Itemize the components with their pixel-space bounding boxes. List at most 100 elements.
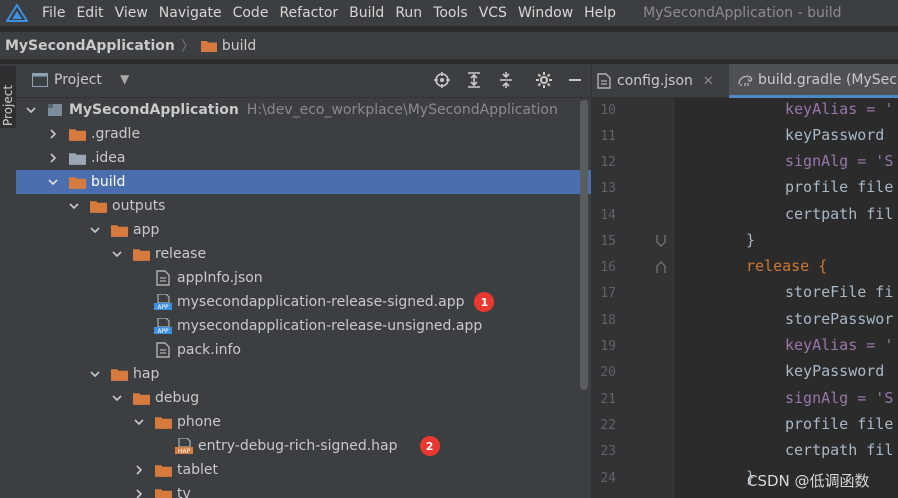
tab-config-json[interactable]: config.json ✕ (596, 64, 714, 98)
menu-tools[interactable]: Tools (433, 5, 468, 21)
code-line[interactable]: keyAlias = ' (785, 336, 893, 354)
tree-item-label: mysecondapplication-release-signed.app (177, 294, 465, 310)
tree-item-hap[interactable]: hap (16, 362, 591, 386)
tree-item-tv[interactable]: tv (16, 482, 591, 498)
code-line[interactable]: } (746, 231, 755, 249)
chevron-right-icon[interactable] (46, 151, 60, 165)
tree-item-release[interactable]: release (16, 242, 591, 266)
menu-refactor[interactable]: Refactor (279, 5, 338, 21)
chevron-down-icon[interactable] (67, 199, 81, 213)
chevron-right-icon[interactable] (132, 463, 146, 477)
chevron-down-icon[interactable] (88, 223, 102, 237)
tree-item-idea[interactable]: .idea (16, 146, 591, 170)
tree-item-unsigned-app[interactable]: APP mysecondapplication-release-unsigned… (16, 314, 591, 338)
tree-item-label: phone (177, 414, 221, 430)
app-file-icon: APP (154, 318, 172, 334)
minimize-icon[interactable] (566, 71, 584, 89)
tree-item-tablet[interactable]: tablet (16, 458, 591, 482)
tree-item-app[interactable]: app (16, 218, 591, 242)
folder-icon (68, 174, 86, 190)
fold-end-icon[interactable] (656, 234, 666, 248)
breadcrumb-folder[interactable]: build (222, 38, 256, 54)
code-line[interactable]: release { (746, 257, 827, 275)
menu-vcs[interactable]: VCS (479, 5, 507, 21)
code-line[interactable]: profile file (785, 178, 893, 196)
line-number: 16 (600, 260, 616, 275)
code-line[interactable]: keyPassword (785, 362, 884, 380)
line-number: 23 (600, 444, 616, 459)
tree-root-label: MySecondApplication (69, 102, 239, 118)
chevron-right-icon[interactable] (132, 487, 146, 498)
tab-build-gradle[interactable]: build.gradle (MySec (729, 64, 898, 98)
menu-navigate[interactable]: Navigate (159, 5, 222, 21)
code-line[interactable]: storeFile fi (785, 283, 893, 301)
menu-run[interactable]: Run (395, 5, 422, 21)
tree-item-outputs[interactable]: outputs (16, 194, 591, 218)
tree-item-packinfo[interactable]: pack.info (16, 338, 591, 362)
view-dropdown-icon[interactable]: ▼ (120, 72, 129, 86)
breadcrumb-project[interactable]: MySecondApplication (5, 38, 175, 54)
editor-tabs: config.json ✕ build.gradle (MySec (592, 64, 898, 98)
tree-item-appinfo[interactable]: appInfo.json (16, 266, 591, 290)
tree-item-build[interactable]: build (16, 170, 591, 194)
line-number: 18 (600, 313, 616, 328)
editor-gutter: 10 11 12 13 14 15 16 17 18 19 20 21 22 2… (592, 98, 674, 498)
menu-window[interactable]: Window (518, 5, 573, 21)
tree-item-signed-app[interactable]: APP mysecondapplication-release-signed.a… (16, 290, 591, 314)
folder-icon (110, 366, 128, 382)
code-line[interactable]: profile file (785, 415, 893, 433)
chevron-down-icon[interactable] (110, 247, 124, 261)
chevron-down-icon[interactable] (88, 367, 102, 381)
code-line[interactable]: certpath fil (785, 205, 893, 223)
tree-item-gradle[interactable]: .gradle (16, 122, 591, 146)
code-line[interactable]: storePasswor (785, 310, 893, 328)
chevron-down-icon[interactable] (110, 391, 124, 405)
folder-icon (132, 246, 150, 262)
line-number: 12 (600, 155, 616, 170)
line-number: 21 (600, 392, 616, 407)
tree-item-label: release (155, 246, 207, 262)
menu-build[interactable]: Build (349, 5, 384, 21)
json-file-icon (154, 270, 172, 286)
project-tool-tab[interactable]: Project (0, 66, 16, 128)
menu-code[interactable]: Code (233, 5, 269, 21)
tree-item-label: build (91, 174, 126, 190)
project-view-icon (32, 73, 48, 87)
code-line[interactable]: signAlg = 'S (785, 152, 893, 170)
watermark: CSDN @低调函数 (747, 472, 870, 490)
hap-file-icon: HAP (175, 438, 193, 454)
tree-scrollbar[interactable] (580, 100, 588, 390)
gear-icon[interactable] (535, 71, 553, 89)
locate-icon[interactable] (433, 71, 451, 89)
menu-edit[interactable]: Edit (76, 5, 103, 21)
code-line[interactable]: keyPassword (785, 126, 884, 144)
menu-file[interactable]: File (42, 5, 65, 21)
project-tree: MySecondApplication H:\dev_eco_workplace… (16, 98, 591, 498)
code-line[interactable]: signAlg = 'S (785, 389, 893, 407)
window-title: MySecondApplication - build (643, 5, 842, 21)
fold-start-icon[interactable] (656, 260, 666, 274)
tree-item-label: app (133, 222, 160, 238)
file-icon (154, 342, 172, 358)
collapse-all-icon[interactable] (497, 71, 515, 89)
folder-icon (154, 486, 172, 498)
chevron-down-icon[interactable] (24, 103, 38, 117)
tree-item-hap-file[interactable]: HAP entry-debug-rich-signed.hap 2 (16, 434, 591, 458)
project-tool-tab-label: Project (1, 84, 15, 126)
close-icon[interactable]: ✕ (703, 74, 714, 89)
tree-item-root[interactable]: MySecondApplication H:\dev_eco_workplace… (16, 98, 591, 122)
project-panel-title[interactable]: Project (54, 72, 102, 88)
code-line[interactable]: keyAlias = ' (785, 100, 893, 118)
tree-item-label: tv (177, 486, 191, 498)
chevron-down-icon[interactable] (46, 175, 60, 189)
menu-help[interactable]: Help (584, 5, 616, 21)
gradle-icon (738, 75, 753, 86)
menu-view[interactable]: View (115, 5, 148, 21)
tree-item-label: entry-debug-rich-signed.hap (198, 438, 398, 454)
chevron-down-icon[interactable] (132, 415, 146, 429)
code-line[interactable]: certpath fil (785, 441, 893, 459)
tree-item-debug[interactable]: debug (16, 386, 591, 410)
chevron-right-icon[interactable] (46, 127, 60, 141)
tree-item-phone[interactable]: phone (16, 410, 591, 434)
expand-all-icon[interactable] (465, 71, 483, 89)
